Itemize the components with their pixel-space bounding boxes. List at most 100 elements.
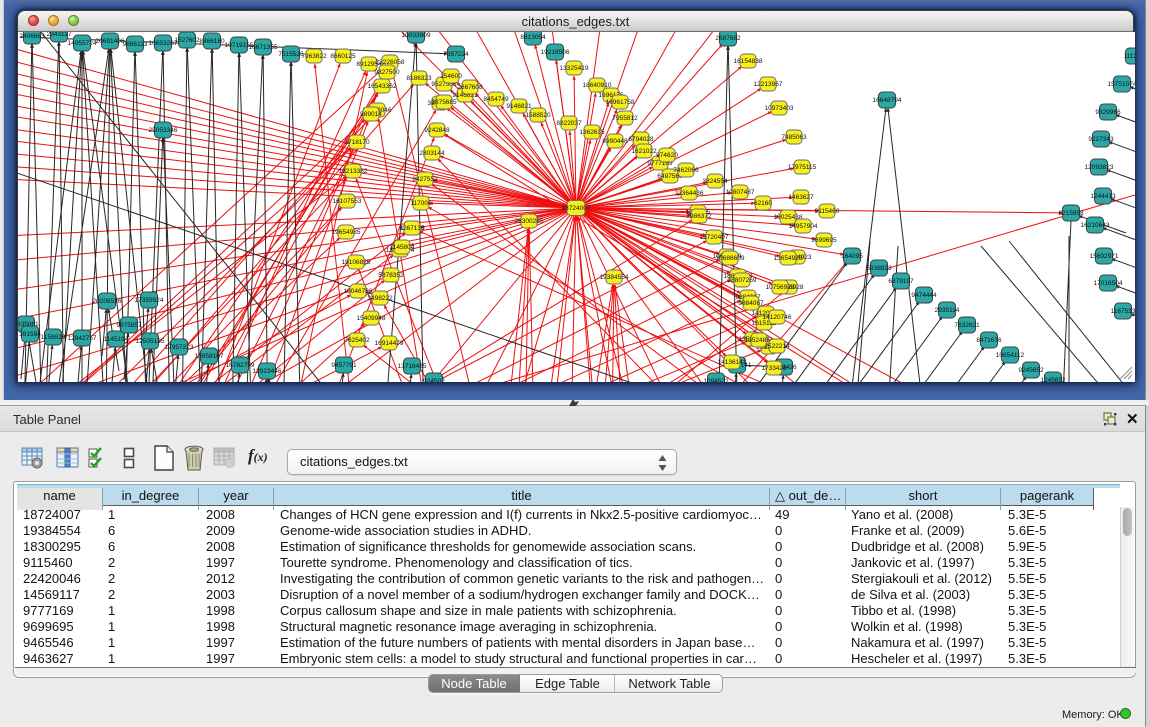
svg-text:1245652: 1245652 <box>1040 377 1066 382</box>
svg-text:16107553: 16107553 <box>333 198 362 205</box>
svg-text:15409948: 15409948 <box>357 315 386 322</box>
svg-text:13325419: 13325419 <box>560 65 589 72</box>
svg-text:2406663: 2406663 <box>19 33 45 40</box>
svg-text:8427552: 8427552 <box>412 176 438 183</box>
svg-text:19654985: 19654985 <box>332 229 361 236</box>
svg-text:15720407: 15720407 <box>700 234 729 241</box>
svg-text:164095: 164095 <box>841 253 863 260</box>
svg-text:8990448: 8990448 <box>602 138 628 145</box>
svg-text:12213382: 12213382 <box>339 168 368 175</box>
svg-text:9115460: 9115460 <box>815 208 840 215</box>
svg-text:12093823: 12093823 <box>1085 164 1114 171</box>
svg-text:1145194: 1145194 <box>104 336 129 343</box>
svg-text:25053346: 25053346 <box>149 127 178 134</box>
svg-text:2343117: 2343117 <box>47 32 72 38</box>
svg-text:2522214: 2522214 <box>764 343 790 350</box>
svg-text:17975115: 17975115 <box>788 164 817 171</box>
svg-text:2687682: 2687682 <box>715 35 741 42</box>
svg-text:5878352: 5878352 <box>378 272 404 279</box>
svg-text:14957904: 14957904 <box>789 223 818 230</box>
svg-text:19384554: 19384554 <box>600 274 629 281</box>
svg-text:7462066: 7462066 <box>673 167 699 174</box>
svg-text:2867608: 2867608 <box>457 84 483 91</box>
svg-text:974620: 974620 <box>656 152 678 159</box>
svg-text:9227343: 9227343 <box>1088 136 1114 143</box>
svg-text:10807487: 10807487 <box>726 189 755 196</box>
svg-text:20691406: 20691406 <box>96 38 125 45</box>
svg-text:2935114: 2935114 <box>935 307 960 314</box>
svg-text:1588520: 1588520 <box>525 112 551 119</box>
svg-text:10046786: 10046786 <box>344 288 373 295</box>
svg-text:18807269: 18807269 <box>728 277 757 284</box>
svg-text:19106825: 19106825 <box>342 259 371 266</box>
svg-text:9699695: 9699695 <box>811 237 837 244</box>
svg-text:1094522: 1094522 <box>703 378 729 382</box>
svg-text:12505135: 12505135 <box>136 338 165 345</box>
svg-text:9245652: 9245652 <box>1018 367 1044 374</box>
svg-text:1362635: 1362635 <box>579 129 605 136</box>
svg-text:9146821: 9146821 <box>506 103 532 110</box>
svg-text:2803144: 2803144 <box>419 150 445 157</box>
svg-text:10033809: 10033809 <box>402 32 431 39</box>
svg-text:16543362: 16543362 <box>368 83 397 90</box>
svg-text:12923446: 12923446 <box>253 368 282 375</box>
svg-text:16782759: 16782759 <box>226 362 255 369</box>
svg-text:7955812: 7955812 <box>612 115 638 122</box>
svg-text:18724007: 18724007 <box>562 205 591 212</box>
svg-text:1621022: 1621022 <box>631 148 657 155</box>
svg-text:1733426: 1733426 <box>761 365 787 372</box>
svg-text:15751074: 15751074 <box>1108 81 1135 88</box>
svg-text:1244413: 1244413 <box>1090 193 1116 200</box>
svg-text:6794028: 6794028 <box>628 136 654 143</box>
svg-text:8186323: 8186323 <box>406 75 432 82</box>
svg-text:17359924: 17359924 <box>135 297 164 304</box>
svg-text:23364436: 23364436 <box>675 190 704 197</box>
svg-text:989014: 989014 <box>360 111 382 118</box>
svg-text:17957223: 17957223 <box>165 344 194 351</box>
svg-text:16154838: 16154838 <box>734 58 763 65</box>
svg-text:13716485: 13716485 <box>398 363 427 370</box>
svg-text:10688609: 10688609 <box>716 255 745 262</box>
svg-text:1463627: 1463627 <box>788 194 814 201</box>
svg-text:25300285: 25300285 <box>515 218 544 225</box>
svg-text:14055724: 14055724 <box>68 40 97 47</box>
svg-text:9242848: 9242848 <box>424 127 450 134</box>
svg-text:924502: 924502 <box>423 378 445 382</box>
svg-text:7986372: 7986372 <box>686 213 712 220</box>
svg-text:9474444: 9474444 <box>911 292 937 299</box>
svg-text:14120746: 14120746 <box>763 314 792 321</box>
svg-text:154600: 154600 <box>440 73 462 80</box>
svg-text:3824554: 3824554 <box>702 178 728 185</box>
svg-text:8466160: 8466160 <box>199 38 225 45</box>
svg-text:8813054: 8813054 <box>520 34 546 41</box>
svg-text:12942757: 12942757 <box>68 335 97 342</box>
svg-text:16671355: 16671355 <box>249 44 278 51</box>
svg-text:10973403: 10973403 <box>765 105 794 112</box>
svg-text:7632621: 7632621 <box>954 322 980 329</box>
svg-text:111271: 111271 <box>1124 53 1135 60</box>
svg-text:9329966: 9329966 <box>1095 109 1121 116</box>
svg-text:9886113: 9886113 <box>123 41 148 48</box>
svg-text:7515526: 7515526 <box>278 51 304 58</box>
svg-text:391594: 391594 <box>19 331 41 338</box>
svg-text:1156819: 1156819 <box>41 334 66 341</box>
svg-text:8471676: 8471676 <box>976 337 1002 344</box>
svg-text:9827500: 9827500 <box>374 69 400 76</box>
svg-text:17016504: 17016504 <box>1094 280 1123 287</box>
svg-text:3267130: 3267130 <box>399 225 425 232</box>
svg-text:14136141: 14136141 <box>718 359 747 366</box>
svg-text:8660125: 8660125 <box>330 53 356 60</box>
svg-text:9975857: 9975857 <box>116 322 142 329</box>
svg-text:6879197: 6879197 <box>888 278 914 285</box>
svg-text:10756928: 10756928 <box>766 284 795 291</box>
svg-text:7625402: 7625402 <box>344 337 370 344</box>
svg-text:3498222: 3498222 <box>367 295 393 302</box>
svg-text:8215958: 8215958 <box>1058 210 1084 217</box>
svg-text:5938923: 5938923 <box>866 265 892 272</box>
svg-text:9884067: 9884067 <box>738 300 764 307</box>
svg-text:7963822: 7963822 <box>301 53 327 60</box>
svg-text:9457791: 9457791 <box>331 362 357 369</box>
svg-text:12213967: 12213967 <box>754 81 783 88</box>
svg-text:20206536: 20206536 <box>93 298 122 305</box>
svg-text:1145804: 1145804 <box>390 244 415 251</box>
